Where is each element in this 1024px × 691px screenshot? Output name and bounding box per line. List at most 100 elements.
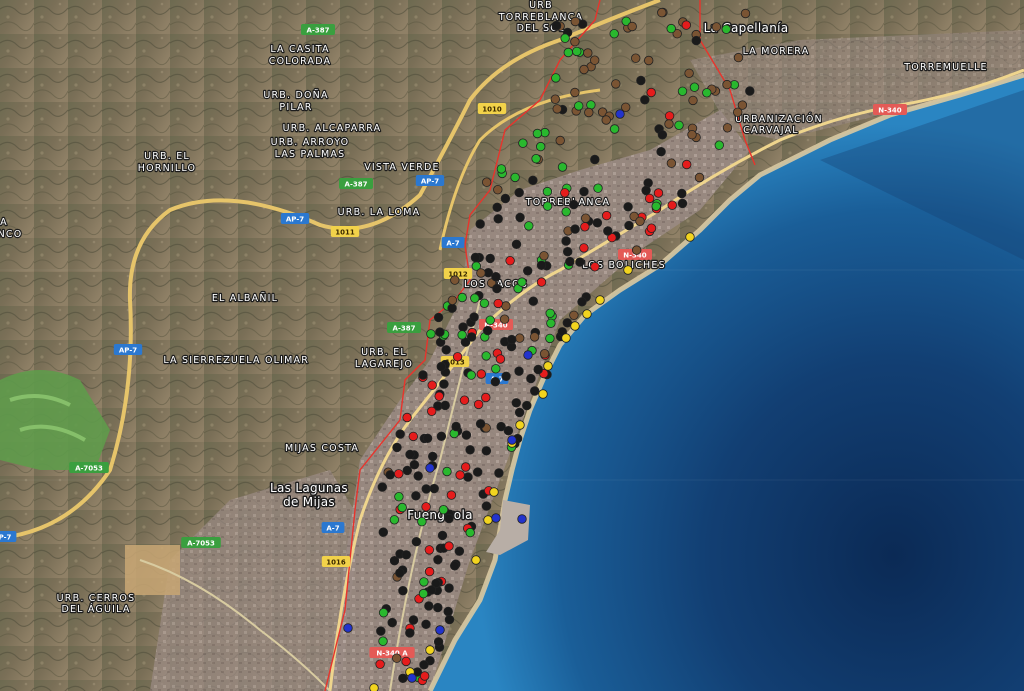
marker-black[interactable] (411, 491, 421, 501)
marker-black[interactable] (592, 218, 603, 228)
marker-black[interactable] (657, 130, 668, 140)
marker-red[interactable] (495, 354, 506, 364)
marker-brown[interactable] (644, 55, 654, 66)
marker-green[interactable] (419, 577, 429, 587)
marker-black[interactable] (522, 400, 532, 411)
marker-green[interactable] (496, 164, 507, 174)
marker-black[interactable] (515, 212, 525, 223)
marker-black[interactable] (466, 332, 477, 342)
marker-black[interactable] (536, 260, 547, 271)
marker-black[interactable] (514, 407, 525, 418)
marker-black[interactable] (440, 400, 450, 411)
marker-brown[interactable] (499, 314, 510, 324)
marker-green[interactable] (470, 293, 480, 303)
marker-black[interactable] (523, 266, 533, 276)
marker-black[interactable] (475, 419, 486, 429)
marker-green[interactable] (466, 370, 476, 380)
marker-green[interactable] (394, 492, 404, 502)
marker-black[interactable] (528, 296, 539, 306)
marker-black[interactable] (636, 75, 646, 86)
marker-black[interactable] (418, 370, 428, 380)
marker-green[interactable] (666, 23, 676, 34)
marker-red[interactable] (476, 369, 487, 379)
marker-black[interactable] (640, 95, 650, 105)
marker-red[interactable] (424, 545, 435, 555)
marker-brown[interactable] (570, 16, 581, 27)
marker-red[interactable] (664, 111, 675, 121)
marker-red[interactable] (459, 395, 470, 405)
marker-yellow[interactable] (538, 389, 548, 399)
marker-brown[interactable] (515, 333, 525, 343)
marker-blue[interactable] (615, 109, 625, 119)
marker-black[interactable] (450, 561, 460, 571)
marker-black[interactable] (565, 256, 575, 267)
marker-green[interactable] (689, 82, 700, 92)
marker-yellow[interactable] (685, 232, 695, 242)
marker-blue[interactable] (517, 514, 527, 524)
marker-black[interactable] (405, 628, 415, 638)
marker-green[interactable] (721, 24, 732, 35)
marker-brown[interactable] (657, 7, 667, 18)
marker-black[interactable] (433, 637, 444, 647)
marker-blue[interactable] (523, 350, 533, 360)
marker-brown[interactable] (611, 79, 621, 89)
marker-red[interactable] (667, 200, 677, 210)
marker-red[interactable] (401, 656, 411, 667)
marker-black[interactable] (398, 673, 408, 684)
marker-green[interactable] (545, 333, 555, 344)
marker-black[interactable] (570, 224, 580, 234)
marker-red[interactable] (455, 470, 465, 480)
marker-black[interactable] (493, 214, 503, 224)
marker-brown[interactable] (694, 172, 705, 183)
marker-brown[interactable] (555, 135, 565, 146)
marker-black[interactable] (530, 386, 540, 396)
marker-green[interactable] (417, 517, 427, 527)
marker-red[interactable] (408, 431, 419, 442)
marker-brown[interactable] (733, 107, 743, 118)
marker-red[interactable] (481, 392, 491, 403)
marker-black[interactable] (413, 471, 423, 481)
marker-black[interactable] (481, 501, 492, 511)
marker-green[interactable] (517, 277, 527, 287)
marker-red[interactable] (580, 222, 590, 232)
marker-black[interactable] (433, 602, 443, 613)
marker-yellow[interactable] (561, 333, 571, 343)
marker-red[interactable] (461, 462, 471, 472)
marker-green[interactable] (481, 351, 491, 361)
marker-brown[interactable] (552, 104, 562, 114)
marker-black[interactable] (511, 398, 522, 408)
marker-black[interactable] (503, 426, 514, 436)
marker-green[interactable] (593, 183, 603, 193)
marker-green[interactable] (545, 308, 555, 319)
marker-black[interactable] (563, 246, 573, 257)
marker-green[interactable] (609, 124, 620, 134)
marker-green[interactable] (378, 636, 388, 646)
marker-black[interactable] (402, 465, 413, 476)
marker-green[interactable] (574, 101, 584, 111)
marker-black[interactable] (533, 364, 543, 375)
marker-blue[interactable] (507, 435, 517, 445)
marker-green[interactable] (677, 86, 688, 97)
marker-black[interactable] (441, 345, 451, 355)
marker-green[interactable] (457, 292, 467, 303)
marker-red[interactable] (644, 193, 655, 204)
marker-black[interactable] (470, 252, 481, 263)
marker-brown[interactable] (501, 301, 511, 311)
marker-black[interactable] (387, 617, 397, 628)
marker-black[interactable] (436, 361, 447, 372)
marker-red[interactable] (444, 541, 454, 551)
marker-black[interactable] (428, 451, 438, 462)
marker-black[interactable] (507, 334, 517, 345)
marker-red[interactable] (560, 188, 570, 198)
marker-red[interactable] (493, 298, 503, 309)
marker-black[interactable] (511, 239, 522, 250)
marker-yellow[interactable] (623, 265, 633, 275)
marker-yellow[interactable] (483, 515, 493, 525)
marker-brown[interactable] (581, 213, 591, 223)
marker-green[interactable] (485, 315, 495, 325)
marker-green[interactable] (542, 186, 553, 197)
marker-brown[interactable] (666, 158, 677, 168)
marker-green[interactable] (572, 46, 582, 57)
marker-black[interactable] (514, 187, 524, 198)
marker-black[interactable] (447, 303, 457, 313)
